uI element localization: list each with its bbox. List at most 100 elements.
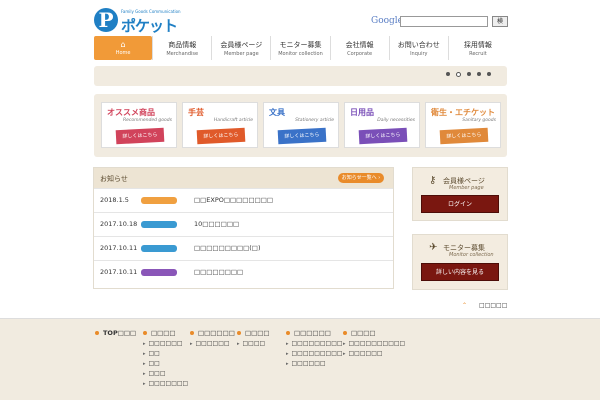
nav-corporate-jp: 会社情報: [345, 41, 374, 49]
page-top-link[interactable]: ⌃ □□□□□: [462, 302, 507, 309]
footer-column: □□□□ □□□□□□□□□□ □□□□□□: [343, 329, 406, 357]
news-row[interactable]: 2017.10.18 10□□□□□□: [94, 212, 393, 236]
nav-recruit[interactable]: 採用情報 Recruit: [447, 36, 507, 60]
nav-member-jp: 会員様ページ: [220, 41, 263, 49]
footer-sublink[interactable]: □□□: [143, 370, 188, 377]
category-title: オススメ商品: [107, 108, 155, 117]
nav-merchandise-en: Merchandise: [166, 51, 199, 57]
category-card-recommended[interactable]: オススメ商品 Recommended goods 詳しくはこちら: [101, 102, 177, 148]
key-icon: ⚷: [429, 175, 437, 186]
nav-inquiry-en: Inquiry: [410, 51, 428, 57]
monitor-subtitle: Monitor collection: [449, 252, 494, 258]
footer-link[interactable]: TOP□□□: [95, 329, 136, 337]
category-subtitle: Sanitary goods: [462, 118, 496, 123]
footer-sublink[interactable]: □□□□□□□□□: [286, 340, 343, 347]
category-card-handicraft[interactable]: 手芸 Handicraft article 詳しくはこちら: [182, 102, 258, 148]
footer-sublink[interactable]: □□□□□□□□□□: [343, 340, 406, 347]
nav-corporate-en: Corporate: [347, 51, 373, 57]
footer-sublink[interactable]: □□□□□□□: [143, 380, 189, 387]
footer-sublink[interactable]: □□□□□□: [343, 350, 405, 357]
footer-link[interactable]: □□□□: [237, 329, 270, 337]
category-card-sanitary[interactable]: 衛生・エチケット Sanitary goods 詳しくはこちら: [425, 102, 501, 148]
slideshow: [94, 66, 507, 86]
logo-mark: P: [94, 8, 118, 32]
category-more-button[interactable]: 詳しくはこちら: [196, 127, 246, 145]
slide-dot[interactable]: [446, 72, 450, 76]
category-more-button[interactable]: 詳しくはこちら: [358, 127, 408, 145]
category-more-button[interactable]: 詳しくはこちら: [277, 127, 327, 145]
nav-inquiry[interactable]: お問い合わせ Inquiry: [388, 36, 448, 60]
news-text[interactable]: □□□□□□□□□(□): [194, 244, 261, 252]
category-more-button[interactable]: 詳しくはこちら: [439, 127, 489, 145]
monitor-box: ✈ モニター募集 Monitor collection 詳しい内容を見る: [412, 234, 508, 290]
page-top-label: □□□□□: [479, 302, 508, 309]
slide-dot[interactable]: [477, 72, 481, 76]
category-title: 衛生・エチケット: [431, 108, 495, 117]
nav-member-en: Member page: [224, 51, 259, 57]
nav-merchandise[interactable]: 商品情報 Merchandise: [152, 36, 211, 60]
search-input[interactable]: [400, 16, 488, 27]
nav-recruit-jp: 採用情報: [463, 41, 492, 49]
footer-sublink[interactable]: □□□□□□: [143, 340, 188, 347]
category-subtitle: Recommended goods: [123, 118, 172, 123]
footer-sublink[interactable]: □□□□□□: [286, 360, 343, 367]
category-panel: オススメ商品 Recommended goods 詳しくはこちら 手芸 Hand…: [94, 94, 507, 157]
footer-sublink[interactable]: □□: [143, 350, 188, 357]
up-arrow-icon: ⌃: [462, 302, 468, 309]
slide-dot[interactable]: [467, 72, 471, 76]
footer-link[interactable]: □□□□□□: [286, 329, 343, 337]
nav-home[interactable]: ⌂ Home: [94, 36, 153, 60]
nav-home-en: Home: [115, 50, 131, 56]
news-panel: お知らせ お知らせ一覧へ › 2018.1.5 □□EXPO□□□□□□□□ 2…: [93, 167, 394, 289]
category-subtitle: Daily necessities: [377, 118, 415, 123]
news-header: お知らせ お知らせ一覧へ ›: [94, 168, 393, 188]
category-card-stationery[interactable]: 文具 Stationery article 詳しくはこちら: [263, 102, 339, 148]
category-title: 手芸: [188, 108, 204, 117]
member-box: ⚷ 会員様ページ Member page ログイン: [412, 167, 508, 221]
site-search: Google 検: [371, 16, 508, 28]
footer-link[interactable]: □□□□: [343, 329, 405, 337]
news-text[interactable]: □□EXPO□□□□□□□□: [194, 196, 273, 204]
footer-sublink[interactable]: □□□□□□□□□: [286, 350, 343, 357]
news-category-badge: [141, 221, 177, 228]
news-title: お知らせ: [100, 175, 128, 183]
footer-sublink[interactable]: □□: [143, 360, 188, 367]
footer-link[interactable]: □□□□: [143, 329, 188, 337]
news-date: 2017.10.11: [100, 244, 138, 252]
footer-sublink[interactable]: □□□□: [237, 340, 270, 347]
footer: TOP□□□ □□□□ □□□□□□ □□ □□ □□□ □□□□□□□ □□□…: [0, 318, 600, 400]
slide-dot-active[interactable]: [456, 71, 461, 77]
footer-column: □□□□□□ □□□□□□: [190, 329, 235, 347]
category-title: 日用品: [350, 108, 374, 117]
news-list-button[interactable]: お知らせ一覧へ ›: [338, 173, 384, 183]
global-nav: ⌂ Home 商品情報 Merchandise 会員様ページ Member pa…: [94, 36, 507, 60]
news-row[interactable]: 2018.1.5 □□EXPO□□□□□□□□: [94, 188, 393, 212]
news-date: 2018.1.5: [100, 196, 129, 204]
footer-link[interactable]: □□□□□□: [190, 329, 235, 337]
monitor-details-button[interactable]: 詳しい内容を見る: [421, 263, 499, 281]
news-text[interactable]: 10□□□□□□: [194, 220, 239, 228]
nav-monitor[interactable]: モニター募集 Monitor collection: [270, 36, 329, 60]
google-label: Google: [371, 16, 403, 26]
home-icon: ⌂: [120, 40, 126, 49]
bird-icon: ✈: [429, 242, 438, 253]
news-row[interactable]: 2017.10.11 □□□□□□□□□(□): [94, 236, 393, 260]
footer-column: □□□□ □□□□: [237, 329, 270, 347]
footer-top-link[interactable]: TOP□□□: [95, 329, 136, 337]
category-title: 文具: [269, 108, 285, 117]
nav-corporate[interactable]: 会社情報 Corporate: [329, 36, 389, 60]
footer-sublink[interactable]: □□□□□□: [190, 340, 235, 347]
nav-merchandise-jp: 商品情報: [168, 41, 197, 49]
footer-column: □□□□□□ □□□□□□□□□ □□□□□□□□□ □□□□□□: [286, 329, 343, 367]
news-text[interactable]: □□□□□□□□: [194, 268, 243, 276]
category-card-daily[interactable]: 日用品 Daily necessities 詳しくはこちら: [344, 102, 420, 148]
search-button[interactable]: 検: [492, 16, 508, 27]
nav-member-page[interactable]: 会員様ページ Member page: [211, 36, 270, 60]
logo-name: ポケット: [121, 17, 178, 35]
category-subtitle: Handicraft article: [213, 118, 253, 123]
news-row[interactable]: 2017.10.11 □□□□□□□□: [94, 260, 393, 284]
login-button[interactable]: ログイン: [421, 195, 499, 213]
slide-dot[interactable]: [487, 72, 491, 76]
site-logo[interactable]: P Family Goods Communication ポケット: [94, 8, 181, 35]
category-more-button[interactable]: 詳しくはこちら: [115, 127, 165, 145]
